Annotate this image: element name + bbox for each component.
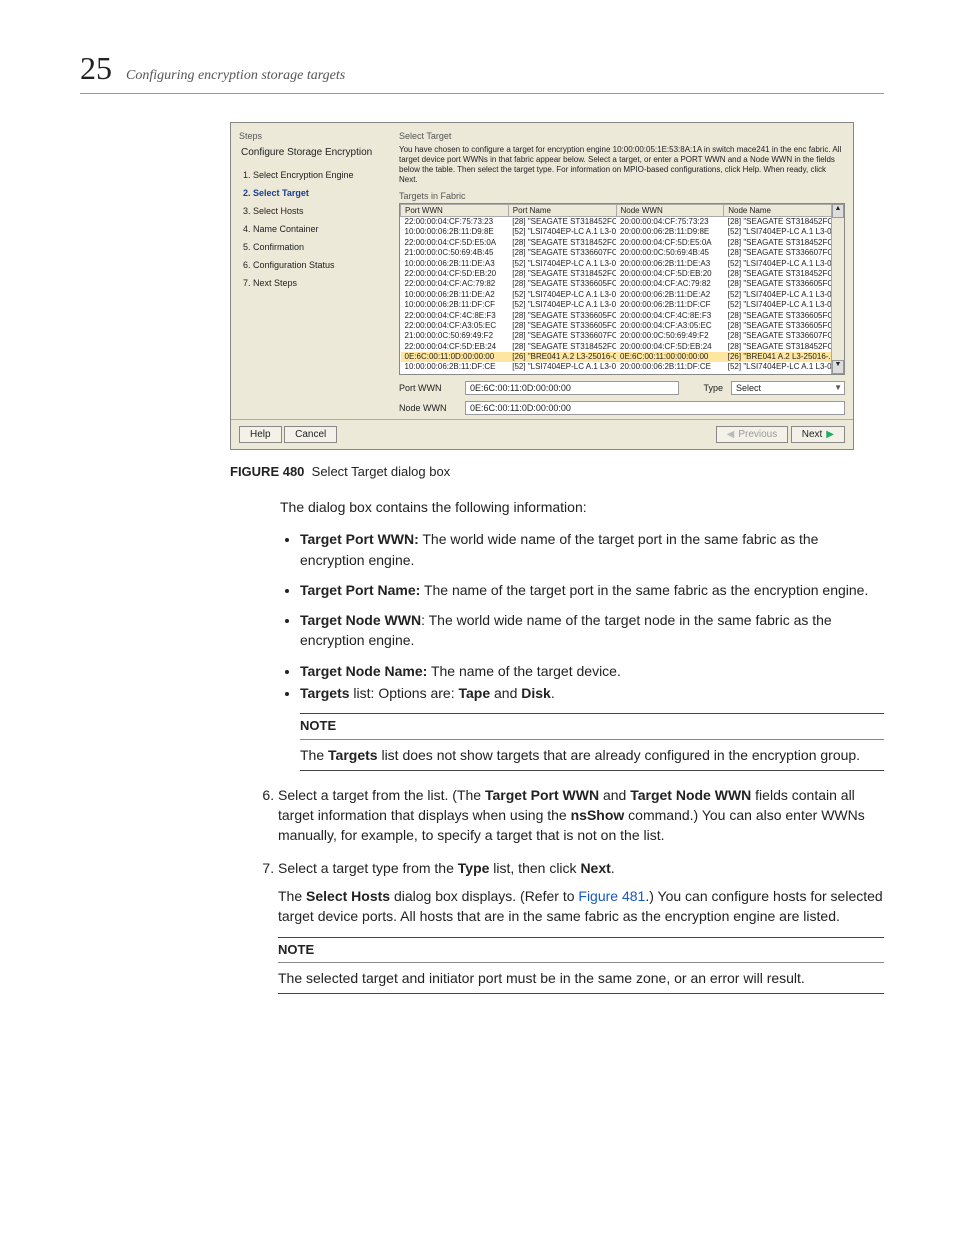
type-select[interactable]: Select [731, 381, 845, 395]
chapter-title: Configuring encryption storage targets [126, 68, 345, 84]
cancel-button[interactable]: Cancel [284, 426, 337, 443]
list-item: Target Node Name: The name of the target… [300, 661, 884, 681]
list-item: Target Port Name: The name of the target… [300, 580, 884, 600]
wizard-step[interactable]: 7. Next Steps [239, 274, 389, 292]
list-item: Target Port WWN: The world wide name of … [300, 529, 884, 570]
list-item: Target Node WWN: The world wide name of … [300, 610, 884, 651]
wizard-step[interactable]: 5. Confirmation [239, 238, 389, 256]
note-heading: NOTE [278, 937, 884, 964]
scrollbar[interactable]: ▲ ▼ [831, 204, 844, 374]
wizard-step[interactable]: 3. Select Hosts [239, 202, 389, 220]
wizard-step[interactable]: 4. Name Container [239, 220, 389, 238]
table-row[interactable]: 0E:6C:00:11:0D:00:00:00[26] "BRE041 A.2 … [401, 352, 832, 362]
table-row[interactable]: 10:00:00:06:2B:11:D9:8E[52] "LSI7404EP-L… [401, 227, 832, 237]
table-row[interactable]: 21:00:00:0C:50:69:4B:45[28] "SEAGATE ST3… [401, 248, 832, 258]
column-header[interactable]: Port Name [508, 205, 616, 217]
scroll-up-icon[interactable]: ▲ [832, 204, 844, 218]
table-row[interactable]: 22:00:00:04:CF:5D:EB:24[28] "SEAGATE ST3… [401, 342, 832, 352]
port-wwn-input[interactable]: 0E:6C:00:11:0D:00:00:00 [465, 381, 679, 395]
procedure-steps: Select a target from the list. (The Targ… [250, 785, 884, 878]
note-heading: NOTE [300, 713, 884, 740]
panel-title: Select Target [399, 131, 845, 141]
info-bullets: Target Port WWN: The world wide name of … [300, 529, 884, 681]
table-row[interactable]: 10:00:00:06:2B:11:DF:CE[52] "LSI7404EP-L… [401, 362, 832, 372]
list-item: Select a target type from the Type list,… [278, 858, 884, 878]
instructions: You have chosen to configure a target fo… [399, 145, 845, 185]
previous-button[interactable]: ◀Previous [716, 426, 789, 443]
list-item: Select a target from the list. (The Targ… [278, 785, 884, 846]
type-label: Type [697, 383, 723, 393]
table-row[interactable]: 22:00:00:04:CF:5D:EB:20[28] "SEAGATE ST3… [401, 269, 832, 279]
table-row[interactable]: 21:00:00:0C:50:69:49:F2[28] "SEAGATE ST3… [401, 331, 832, 341]
chapter-number: 25 [80, 50, 112, 87]
wizard-title: Configure Storage Encryption [241, 147, 389, 158]
figure-caption: FIGURE 480 Select Target dialog box [230, 464, 884, 479]
table-row[interactable]: 22:00:00:04:CF:4C:8E:F3[28] "SEAGATE ST3… [401, 311, 832, 321]
targets-table[interactable]: Port WWNPort NameNode WWNNode Name22:00:… [399, 203, 845, 375]
table-row[interactable]: 22:00:00:04:CF:AC:79:82[28] "SEAGATE ST3… [401, 279, 832, 289]
note-body: The selected target and initiator port m… [278, 963, 884, 994]
column-header[interactable]: Node WWN [616, 205, 724, 217]
table-row[interactable]: 10:00:00:06:2B:11:DE:A3[52] "LSI7404EP-L… [401, 259, 832, 269]
wizard-step[interactable]: 2. Select Target [239, 184, 389, 202]
next-button[interactable]: Next▶ [791, 426, 845, 443]
node-wwn-input[interactable]: 0E:6C:00:11:0D:00:00:00 [465, 401, 845, 415]
column-header[interactable]: Node Name [724, 205, 832, 217]
port-wwn-label: Port WWN [399, 383, 457, 393]
table-row[interactable]: 22:00:00:04:CF:A3:05:EC[28] "SEAGATE ST3… [401, 321, 832, 331]
table-row[interactable]: 10:00:00:06:2B:11:DF:CF[52] "LSI7404EP-L… [401, 300, 832, 310]
table-row[interactable]: 10:00:00:06:2B:11:D9:8C[52] "LSI7404EP-L… [401, 373, 832, 375]
column-header[interactable]: Port WWN [401, 205, 509, 217]
info-bullets: Targets list: Options are: Tape and Disk… [300, 683, 884, 703]
table-row[interactable]: 22:00:00:04:CF:5D:E5:0A[28] "SEAGATE ST3… [401, 238, 832, 248]
intro-text: The dialog box contains the following in… [280, 497, 884, 517]
list-item: Targets list: Options are: Tape and Disk… [300, 683, 884, 703]
table-row[interactable]: 10:00:00:06:2B:11:DE:A2[52] "LSI7404EP-L… [401, 290, 832, 300]
scroll-down-icon[interactable]: ▼ [832, 360, 844, 374]
node-wwn-label: Node WWN [399, 403, 457, 413]
page-header: 25 Configuring encryption storage target… [80, 50, 884, 94]
figure-link[interactable]: Figure 481 [578, 888, 645, 904]
wizard-step[interactable]: 1. Select Encryption Engine [239, 166, 389, 184]
wizard-step[interactable]: 6. Configuration Status [239, 256, 389, 274]
steps-label: Steps [239, 131, 389, 141]
table-row[interactable]: 22:00:00:04:CF:75:73:23[28] "SEAGATE ST3… [401, 217, 832, 228]
note-body: The Targets list does not show targets t… [300, 740, 884, 771]
select-target-dialog: Steps Configure Storage Encryption 1. Se… [230, 122, 854, 450]
wizard-steps: 1. Select Encryption Engine2. Select Tar… [239, 166, 389, 292]
help-button[interactable]: Help [239, 426, 282, 443]
targets-label: Targets in Fabric [399, 191, 845, 201]
step-detail: The Select Hosts dialog box displays. (R… [278, 886, 884, 927]
